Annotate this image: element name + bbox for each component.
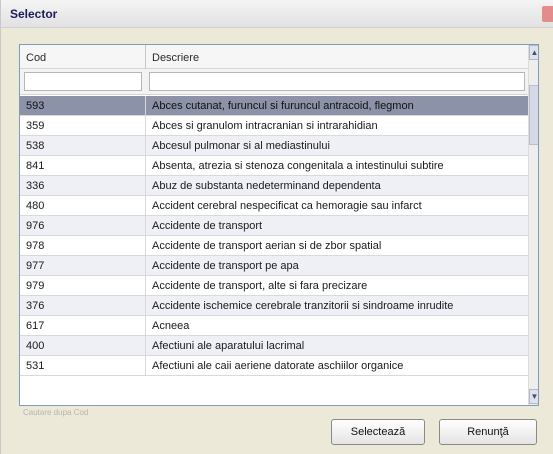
cell-descriere: Absenta, atrezia si stenoza congenitala … <box>152 160 444 172</box>
row-divider <box>145 276 146 296</box>
row-divider <box>145 256 146 276</box>
table-row[interactable]: 538 Abcesul pulmonar si al mediastinului <box>20 136 528 156</box>
row-divider <box>145 296 146 316</box>
row-divider <box>145 176 146 196</box>
window-title: Selector <box>10 7 58 21</box>
status-text: Cautare dupa Cod <box>23 408 89 417</box>
row-divider <box>145 236 146 256</box>
scroll-down-icon[interactable]: ▼ <box>529 389 538 404</box>
row-divider <box>145 156 146 176</box>
data-grid: Cod Descriere 593 Abces cutanat, furuncul… <box>19 44 539 406</box>
cell-cod: 538 <box>26 140 45 152</box>
cell-cod: 376 <box>26 300 45 312</box>
grid-header: Cod Descriere <box>20 45 528 69</box>
cell-cod: 480 <box>26 200 45 212</box>
grid-rows: 593 Abces cutanat, furuncul si furuncul a… <box>20 96 528 376</box>
cell-descriere: Afectiuni ale aparatului lacrimal <box>152 340 305 352</box>
cell-descriere: Acneea <box>152 320 190 332</box>
cell-cod: 400 <box>26 340 45 352</box>
filter-cod-input[interactable] <box>24 72 142 91</box>
close-button[interactable] <box>542 6 553 22</box>
cell-descriere: Accidente de transport <box>152 220 263 232</box>
table-row[interactable]: 359 Abces si granulom intracranian si int… <box>20 116 528 136</box>
cell-cod: 976 <box>26 220 45 232</box>
row-divider <box>145 216 146 236</box>
select-button[interactable]: Selectează <box>331 419 425 445</box>
table-row[interactable]: 480 Accident cerebral nespecificat ca hem… <box>20 196 528 216</box>
cell-cod: 336 <box>26 180 45 192</box>
table-row[interactable]: 617 Acneea <box>20 316 528 336</box>
cell-descriere: Accidente ischemice cerebrale tranzitori… <box>152 300 454 312</box>
row-divider <box>145 316 146 336</box>
table-row[interactable]: 531 Afectiuni ale caii aeriene datorate a… <box>20 356 528 376</box>
cell-cod: 531 <box>26 360 45 372</box>
table-row[interactable]: 978 Accidente de transport aerian si de z… <box>20 236 528 256</box>
table-row[interactable]: 336 Abuz de substanta nedeterminand depen… <box>20 176 528 196</box>
cell-descriere: Abcesul pulmonar si al mediastinului <box>152 140 330 152</box>
selector-window: Selector Cod Descriere 593 Abces cutanat,… <box>0 0 553 454</box>
cell-cod: 359 <box>26 120 45 132</box>
cell-descriere: Abces cutanat, furuncul si furuncul antr… <box>152 100 414 112</box>
cell-cod: 977 <box>26 260 45 272</box>
scroll-thumb[interactable] <box>529 85 538 145</box>
cell-cod: 978 <box>26 240 45 252</box>
row-divider <box>145 336 146 356</box>
row-divider <box>145 136 146 156</box>
cell-cod: 617 <box>26 320 45 332</box>
cell-descriere: Accidente de transport aerian si de zbor… <box>152 240 382 252</box>
title-bar: Selector <box>1 0 553 28</box>
column-header-cod[interactable]: Cod <box>26 52 46 64</box>
column-divider[interactable] <box>145 45 146 69</box>
table-row[interactable]: 593 Abces cutanat, furuncul si furuncul a… <box>20 96 528 116</box>
table-row[interactable]: 976 Accidente de transport <box>20 216 528 236</box>
row-divider <box>145 356 146 376</box>
table-row[interactable]: 979 Accidente de transport, alte si fara … <box>20 276 528 296</box>
table-row[interactable]: 376 Accidente ischemice cerebrale tranzit… <box>20 296 528 316</box>
filter-descriere-input[interactable] <box>149 72 525 91</box>
cell-descriere: Afectiuni ale caii aeriene datorate asch… <box>152 360 404 372</box>
cell-descriere: Abces si granulom intracranian si intrar… <box>152 120 378 132</box>
column-header-descriere[interactable]: Descriere <box>152 52 199 64</box>
table-row[interactable]: 841 Absenta, atrezia si stenoza congenita… <box>20 156 528 176</box>
cell-cod: 593 <box>26 100 45 112</box>
cell-descriere: Accidente de transport, alte si fara pre… <box>152 280 368 292</box>
row-divider <box>145 116 146 136</box>
row-divider <box>145 96 146 116</box>
cell-descriere: Abuz de substanta nedeterminand dependen… <box>152 180 381 192</box>
cancel-button[interactable]: Renunţă <box>439 419 537 445</box>
table-row[interactable]: 977 Accidente de transport pe apa <box>20 256 528 276</box>
cell-cod: 841 <box>26 160 45 172</box>
row-divider <box>145 196 146 216</box>
cell-descriere: Accident cerebral nespecificat ca hemora… <box>152 200 422 212</box>
table-row[interactable]: 400 Afectiuni ale aparatului lacrimal <box>20 336 528 356</box>
scroll-up-icon[interactable]: ▲ <box>529 45 538 60</box>
cell-cod: 979 <box>26 280 45 292</box>
filter-row <box>20 69 528 95</box>
cell-descriere: Accidente de transport pe apa <box>152 260 299 272</box>
vertical-scrollbar[interactable]: ▲ ▼ <box>528 45 538 405</box>
